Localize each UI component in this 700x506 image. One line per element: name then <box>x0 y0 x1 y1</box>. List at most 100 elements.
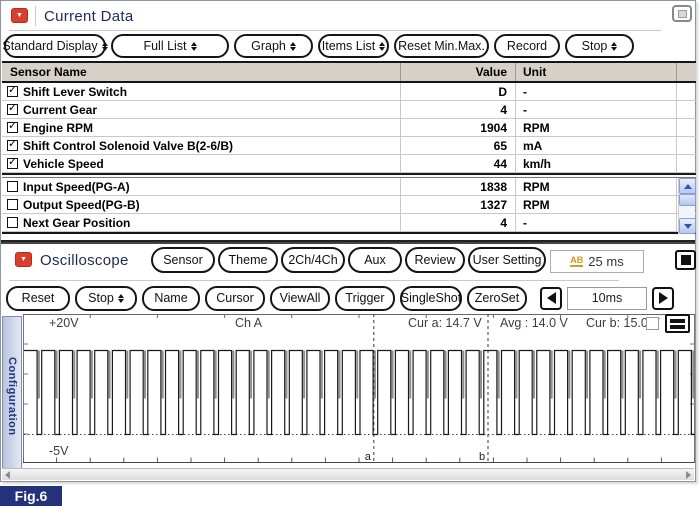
column-header-value[interactable]: Value <box>401 63 516 81</box>
current-data-title: Current Data <box>44 8 134 25</box>
reset-button[interactable]: Reset <box>6 285 70 311</box>
spinner-icon <box>101 41 108 51</box>
table-row: Output Speed(PG-B) 1327 RPM <box>2 196 696 214</box>
row-gutter <box>677 83 696 100</box>
aux-button[interactable]: Aux <box>348 247 402 273</box>
sensor-name: Engine RPM <box>23 120 94 135</box>
scope-stop-record-button[interactable] <box>675 250 696 270</box>
record-button[interactable]: Record <box>494 34 560 58</box>
user-setting-button[interactable]: User Setting <box>468 247 546 273</box>
button-label: Sensor <box>163 253 203 267</box>
split-bar-icon <box>670 318 685 323</box>
column-header-unit[interactable]: Unit <box>516 63 677 81</box>
row-gutter <box>677 101 696 118</box>
split-view-button[interactable] <box>665 314 690 333</box>
standard-display-button[interactable]: Standard Display <box>2 34 108 58</box>
table-row: Engine RPM 1904RPM <box>2 119 696 137</box>
graph-button[interactable]: Graph <box>234 34 313 58</box>
table-row: Shift Control Solenoid Valve B(2-6/B) 65m… <box>2 137 696 155</box>
button-label: Standard Display <box>2 39 98 53</box>
button-label: Items List <box>321 39 376 53</box>
scan-tool-window: ▼ Current Data Standard Display Full List… <box>0 0 697 482</box>
viewall-button[interactable]: ViewAll <box>270 285 330 311</box>
singleshot-button[interactable]: SingleShot <box>400 285 462 311</box>
scroll-thumb[interactable] <box>679 194 696 206</box>
oscilloscope-dropdown-icon[interactable]: ▼ <box>15 252 32 267</box>
zeroset-button[interactable]: ZeroSet <box>467 285 527 311</box>
button-label: Stop <box>581 39 608 53</box>
table-scrollbar[interactable] <box>678 178 696 234</box>
sensor-unit: RPM <box>516 178 677 195</box>
osc-header-rule <box>9 280 619 281</box>
timebase-decrease-button[interactable] <box>540 286 562 310</box>
theme-button[interactable]: Theme <box>218 247 278 273</box>
dropdown-glyph: ▼ <box>16 12 23 19</box>
configuration-tab[interactable]: Configuration <box>2 316 22 477</box>
2ch-4ch-button[interactable]: 2Ch/4Ch <box>281 247 345 273</box>
name-button[interactable]: Name <box>142 285 200 311</box>
row-checkbox[interactable] <box>7 181 18 192</box>
figure-caption: Fig.6 <box>0 486 62 506</box>
button-label: 2Ch/4Ch <box>288 253 338 267</box>
current-data-dropdown-icon[interactable]: ▼ <box>11 8 28 23</box>
column-header-sensor-name[interactable]: Sensor Name <box>2 63 401 81</box>
cursor-button[interactable]: Cursor <box>205 285 265 311</box>
scope-display: Configuration a b +20V Ch A Cur a: 14.7 … <box>1 314 697 480</box>
average-readout: Avg : 14.0 V <box>500 316 568 330</box>
sensor-value: 1904 <box>401 119 516 136</box>
chevron-right-icon <box>686 470 691 479</box>
row-checkbox[interactable] <box>7 217 18 228</box>
scope-horizontal-scrollbar[interactable] <box>2 468 694 480</box>
button-label: Reset Min.Max. <box>398 39 485 53</box>
timebase-increase-button[interactable] <box>652 286 674 310</box>
button-label: ZeroSet <box>474 291 520 305</box>
sensor-name: Vehicle Speed <box>23 156 104 171</box>
current-data-toolbar: Standard Display Full List Graph Items List… <box>2 33 693 59</box>
review-button[interactable]: Review <box>405 247 465 273</box>
stop-square-icon <box>680 255 691 265</box>
scroll-up-button[interactable] <box>679 178 696 194</box>
sensor-name-cell: Shift Lever Switch <box>2 83 401 100</box>
sensor-table: Sensor Name Value Unit Shift Lever Switc… <box>2 61 696 234</box>
stop-button[interactable]: Stop <box>75 285 137 311</box>
button-label: Review <box>414 253 456 267</box>
full-list-button[interactable]: Full List <box>111 34 229 58</box>
items-list-button[interactable]: Items List <box>318 34 389 58</box>
scroll-down-button[interactable] <box>679 218 696 234</box>
table-row: Current Gear 4- <box>2 101 696 119</box>
sensor-unit: - <box>516 83 677 100</box>
sensor-name-cell: Vehicle Speed <box>2 155 401 172</box>
scope-option-checkbox[interactable] <box>646 317 659 330</box>
sample-rate-readout[interactable]: AB 25 ms <box>550 250 644 273</box>
spinner-icon <box>379 41 386 51</box>
dropdown-glyph: ▼ <box>20 256 27 263</box>
sensor-unit: - <box>516 101 677 118</box>
cursor-a-label: a <box>365 451 372 463</box>
row-checkbox[interactable] <box>7 137 18 151</box>
scope-bottom-voltage-label: -5V <box>49 444 69 458</box>
window-restore-button[interactable] <box>672 5 692 22</box>
reset-min-max-button[interactable]: Reset Min.Max. <box>394 34 489 58</box>
scope-top-voltage-label: +20V <box>49 316 79 330</box>
sensor-button[interactable]: Sensor <box>151 247 215 273</box>
row-checkbox[interactable] <box>7 119 18 133</box>
trigger-button[interactable]: Trigger <box>335 285 395 311</box>
chevron-left-icon <box>5 470 10 479</box>
spinner-icon <box>289 41 296 51</box>
header-rule <box>9 30 661 31</box>
sensor-name: Input Speed(PG-A) <box>23 179 130 194</box>
row-checkbox[interactable] <box>7 83 18 97</box>
chevron-up-icon <box>683 183 692 189</box>
restore-icon <box>677 9 687 18</box>
sensor-name-cell: Next Gear Position <box>2 214 401 231</box>
sensor-value: 1838 <box>401 178 516 195</box>
stop-button[interactable]: Stop <box>565 34 634 58</box>
row-gutter <box>677 137 696 154</box>
oscilloscope-toolbar: Reset Stop Name Cursor ViewAll Trigger SingleS… <box>6 285 674 311</box>
sensor-value: 44 <box>401 155 516 172</box>
row-checkbox[interactable] <box>7 155 18 169</box>
row-checkbox[interactable] <box>7 101 18 115</box>
row-checkbox[interactable] <box>7 199 18 210</box>
cursor-a-readout: Cur a: 14.7 V <box>408 316 482 330</box>
timebase-value[interactable]: 10ms <box>567 286 647 310</box>
